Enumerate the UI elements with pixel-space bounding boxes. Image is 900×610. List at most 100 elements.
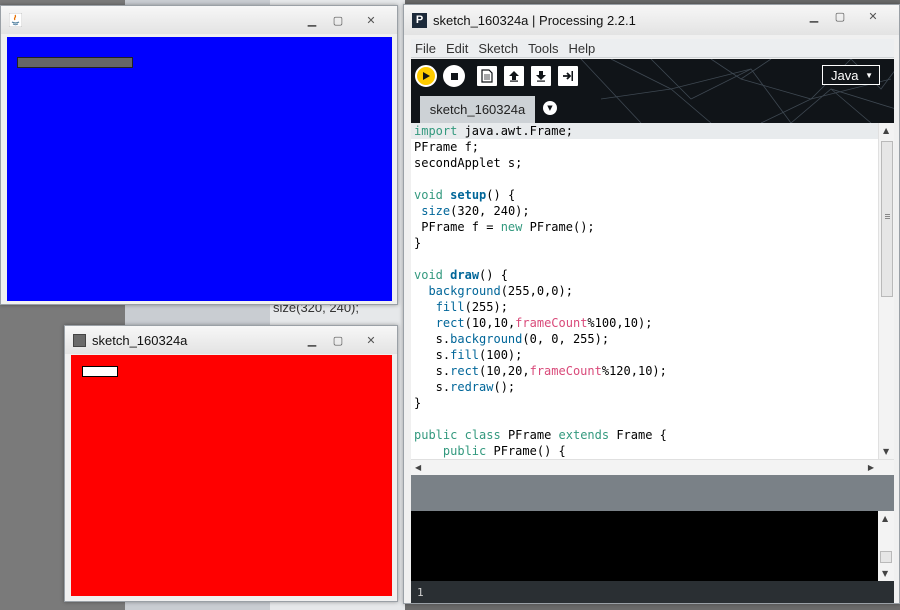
save-button[interactable] — [531, 66, 551, 86]
close-button[interactable]: ✕ — [351, 11, 391, 29]
code-line: } — [414, 396, 422, 410]
code-token: rect — [450, 364, 480, 378]
code-line: s.redraw(); — [414, 380, 516, 394]
mode-selector[interactable]: Java ▼ — [822, 65, 880, 85]
scroll-up-arrow-icon[interactable]: ▲ — [882, 514, 888, 523]
status-bar: 1 — [411, 581, 894, 603]
code-line: PFrame f = new PFrame(); — [414, 220, 595, 234]
window-controls: ▁ ▢ ✕ — [801, 7, 893, 25]
menu-sketch[interactable]: Sketch — [474, 41, 522, 56]
menu-help[interactable]: Help — [564, 41, 599, 56]
close-button[interactable]: ✕ — [351, 331, 391, 349]
stop-icon — [450, 72, 458, 80]
window-title: sketch_160324a — [92, 332, 188, 348]
red-sketch-window: sketch_160324a ▁ ▢ ✕ — [64, 325, 398, 602]
code-line: size(320, 240); — [421, 204, 530, 218]
maximize-button[interactable]: ▢ — [325, 11, 351, 29]
code-line: s.background(0, 0, 255); — [414, 332, 610, 346]
code-token: fill — [450, 348, 480, 362]
window-controls: ▁ ▢ ✕ — [299, 331, 391, 349]
scroll-up-arrow-icon[interactable]: ▲ — [883, 126, 889, 135]
code-token: frameCount — [529, 364, 602, 378]
code-line: s.fill(100); — [414, 348, 523, 362]
blue-canvas — [7, 37, 392, 301]
code-line: s.rect(10,20,frameCount%120,10); — [414, 364, 667, 378]
code-line: void draw() { — [414, 268, 508, 282]
minimize-button[interactable]: ▁ — [299, 11, 325, 29]
gray-progress-rect — [17, 57, 133, 68]
code-token: void — [414, 268, 443, 282]
maximize-button[interactable]: ▢ — [827, 7, 853, 25]
code-line: PFrame f; — [414, 140, 480, 154]
java-icon — [9, 13, 22, 27]
scroll-right-arrow-icon[interactable]: ▶ — [868, 463, 874, 472]
menu-tools[interactable]: Tools — [524, 41, 562, 56]
code-token: class — [464, 428, 501, 442]
mode-label: Java — [831, 67, 859, 83]
code-line: void setup() { — [414, 188, 516, 202]
code-token: fill — [435, 300, 465, 314]
code-line: public class PFrame extends Frame { — [414, 428, 667, 442]
minimize-button[interactable]: ▁ — [299, 331, 325, 349]
maximize-button[interactable]: ▢ — [325, 331, 351, 349]
open-icon — [509, 71, 519, 82]
minimize-button[interactable]: ▁ — [801, 7, 827, 25]
grip-icon — [885, 214, 890, 215]
processing-logo-icon: P — [412, 12, 427, 28]
editor-horizontal-scrollbar[interactable]: ◀ ▶ — [411, 459, 894, 475]
export-icon — [563, 71, 573, 81]
save-icon — [536, 71, 546, 82]
scrollbar-thumb[interactable] — [881, 141, 893, 297]
code-line: background(255,0,0); — [428, 284, 573, 298]
tab-menu-button[interactable]: ▼ — [543, 101, 557, 115]
code-line: public PFrame() { — [442, 444, 566, 458]
code-line: import java.awt.Frame; — [411, 123, 878, 139]
title-separator: | — [528, 12, 540, 28]
console-vertical-scrollbar[interactable]: ▲ ▼ — [878, 511, 894, 581]
scroll-down-arrow-icon[interactable]: ▼ — [883, 447, 889, 456]
close-button[interactable]: ✕ — [853, 7, 893, 25]
window-titlebar[interactable]: P sketch_160324a | Processing 2.2.1 ▁ ▢ … — [404, 5, 899, 35]
open-button[interactable] — [504, 66, 524, 86]
run-icon — [423, 72, 430, 80]
stop-button[interactable] — [443, 65, 465, 87]
red-canvas — [71, 355, 392, 596]
window-controls: ▁ ▢ ✕ — [299, 11, 391, 29]
chevron-down-icon: ▼ — [547, 104, 553, 112]
editor-vertical-scrollbar[interactable]: ▲ ▼ — [878, 123, 894, 459]
menubar: File Edit Sketch Tools Help — [411, 39, 894, 58]
code-line: fill(255); — [435, 300, 508, 314]
blue-applet-window: ▁ ▢ ✕ — [0, 5, 398, 305]
menu-edit[interactable]: Edit — [442, 41, 472, 56]
code-token: void — [414, 188, 443, 202]
code-editor[interactable]: import java.awt.Frame; PFrame f; secondApp… — [411, 123, 894, 459]
code-token: draw — [450, 268, 480, 282]
code-token: background — [428, 284, 501, 298]
code-token: redraw — [450, 380, 494, 394]
scroll-down-arrow-icon[interactable]: ▼ — [882, 569, 888, 578]
code-line: rect(10,10,frameCount%100,10); — [435, 316, 653, 330]
code-token: new — [500, 220, 523, 234]
new-button[interactable] — [477, 66, 497, 86]
toolbar: Java ▼ sketch_160324a ▼ — [411, 59, 894, 123]
scrollbar-thumb[interactable] — [880, 551, 892, 563]
menu-file[interactable]: File — [411, 41, 440, 56]
code-token: setup — [450, 188, 487, 202]
code-token: rect — [435, 316, 465, 330]
export-button[interactable] — [558, 66, 578, 86]
code-token: size — [421, 204, 451, 218]
message-area — [411, 475, 894, 511]
tab-sketch[interactable]: sketch_160324a — [420, 96, 535, 123]
window-titlebar[interactable]: ▁ ▢ ✕ — [1, 6, 397, 34]
run-button[interactable] — [415, 65, 437, 87]
new-icon — [481, 69, 493, 83]
code-token: frameCount — [515, 316, 588, 330]
scroll-left-arrow-icon[interactable]: ◀ — [415, 463, 421, 472]
console[interactable]: ▲ ▼ — [411, 511, 894, 581]
code-token: public — [442, 444, 487, 458]
code-token: public — [414, 428, 458, 442]
window-icon — [73, 333, 86, 347]
window-titlebar[interactable]: sketch_160324a ▁ ▢ ✕ — [65, 326, 397, 354]
